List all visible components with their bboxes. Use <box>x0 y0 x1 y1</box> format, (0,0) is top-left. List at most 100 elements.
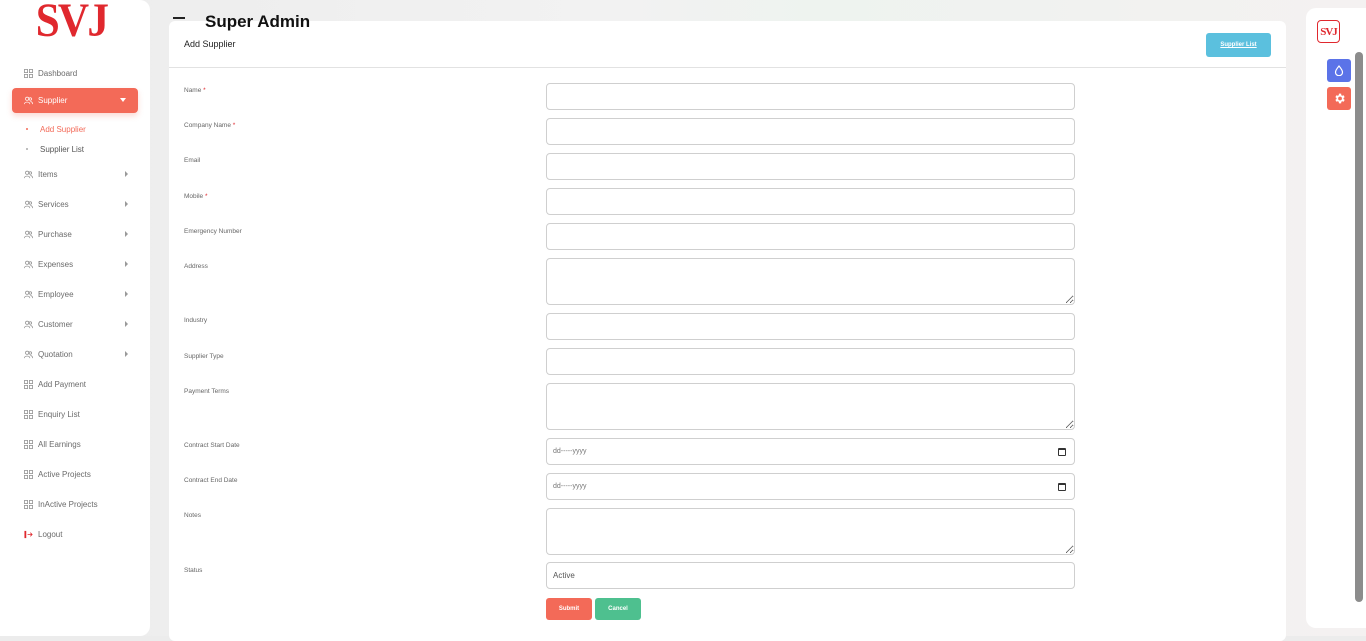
chevron-down-icon <box>120 98 126 102</box>
mobile-label-text: Mobile <box>184 193 204 200</box>
sidebar-item-customer[interactable]: Customer <box>0 309 150 339</box>
calendar-icon[interactable] <box>1058 483 1066 491</box>
status-input[interactable] <box>546 562 1075 589</box>
name-input[interactable] <box>546 83 1075 110</box>
chevron-right-icon <box>125 201 128 207</box>
grid-icon <box>24 439 33 449</box>
sidebar-item-label: Add Payment <box>38 379 87 389</box>
sidebar-item-employee[interactable]: Employee <box>0 279 150 309</box>
gear-icon <box>1334 93 1345 104</box>
brand-logo[interactable]: SVJ <box>36 0 109 48</box>
sidebar-item-services[interactable]: Services <box>0 189 150 219</box>
grid-icon <box>24 469 33 479</box>
cancel-button[interactable]: Cancel <box>595 598 641 620</box>
card-header: Add Supplier Supplier List <box>169 21 1286 68</box>
email-label: Email <box>184 157 201 164</box>
sidebar-item-quotation[interactable]: Quotation <box>0 339 150 369</box>
required-marker: * <box>232 122 236 129</box>
chevron-right-icon <box>125 261 128 267</box>
calendar-icon[interactable] <box>1058 448 1066 456</box>
sidebar-item-items[interactable]: Items <box>0 159 150 189</box>
payment-terms-textarea[interactable] <box>546 383 1075 430</box>
sidebar-item-label: InActive Projects <box>38 499 98 509</box>
address-textarea[interactable] <box>546 258 1075 305</box>
contract-start-date-label: Contract Start Date <box>184 442 240 449</box>
sidebar-item-inactive-projects[interactable]: InActive Projects <box>0 489 150 519</box>
users-icon <box>24 230 33 238</box>
sidebar-item-purchase[interactable]: Purchase <box>0 219 150 249</box>
sidebar-subitem-supplier-list[interactable]: Supplier List <box>0 139 150 159</box>
sidebar-item-label: Services <box>38 199 69 209</box>
grid-icon <box>24 379 33 389</box>
company-name-label-text: Company Name <box>184 122 231 129</box>
sidebar-nav: Dashboard Supplier Add Supplier Supplier… <box>0 58 150 549</box>
bullet-icon <box>26 128 28 130</box>
sidebar-subitem-label: Supplier List <box>40 144 85 154</box>
notes-textarea[interactable] <box>546 508 1075 555</box>
mobile-label: Mobile * <box>184 193 208 200</box>
sidebar-item-expenses[interactable]: Expenses <box>0 249 150 279</box>
sidebar-item-add-payment[interactable]: Add Payment <box>0 369 150 399</box>
sidebar: SVJ Dashboard Supplier Add Supplier Supp… <box>0 0 150 636</box>
email-input[interactable] <box>546 153 1075 180</box>
grid-icon <box>24 68 33 78</box>
page-scrollbar[interactable] <box>1355 52 1363 602</box>
company-name-input[interactable] <box>546 118 1075 145</box>
sidebar-item-logout[interactable]: Logout <box>0 519 150 549</box>
sidebar-item-active-projects[interactable]: Active Projects <box>0 459 150 489</box>
date-placeholder: dd-----yyyy <box>553 483 587 490</box>
sidebar-item-label: Customer <box>38 319 73 329</box>
grid-icon <box>24 499 33 509</box>
sidebar-item-label: All Earnings <box>38 439 81 449</box>
users-icon <box>24 96 33 105</box>
sidebar-item-label: Logout <box>38 529 63 539</box>
sidebar-item-label: Items <box>38 169 58 179</box>
required-marker: * <box>203 87 206 94</box>
theme-color-button[interactable] <box>1327 59 1351 82</box>
payment-terms-label: Payment Terms <box>184 388 230 395</box>
page-title: Super Admin <box>205 12 311 31</box>
sidebar-item-label: Quotation <box>38 349 73 359</box>
users-icon <box>24 320 33 328</box>
chevron-right-icon <box>125 291 128 297</box>
sidebar-item-all-earnings[interactable]: All Earnings <box>0 429 150 459</box>
name-label: Name * <box>184 87 206 94</box>
add-supplier-card: Add Supplier Supplier List Name * Compan… <box>169 21 1286 641</box>
submit-button[interactable]: Submit <box>546 598 592 620</box>
sidebar-item-label: Purchase <box>38 229 72 239</box>
sidebar-item-label: Active Projects <box>38 469 91 479</box>
users-icon <box>24 170 33 178</box>
sidebar-item-supplier[interactable]: Supplier <box>12 88 138 113</box>
chevron-right-icon <box>125 321 128 327</box>
required-marker: * <box>204 193 208 200</box>
sidebar-item-label: Supplier <box>38 96 68 105</box>
sidebar-subitem-add-supplier[interactable]: Add Supplier <box>0 119 150 139</box>
emergency-number-label: Emergency Number <box>184 228 242 235</box>
contract-start-date-input[interactable]: dd-----yyyy <box>546 438 1075 465</box>
sidebar-item-dashboard[interactable]: Dashboard <box>0 58 150 88</box>
logout-icon <box>24 530 33 538</box>
card-title: Add Supplier <box>184 39 236 49</box>
supplier-list-button[interactable]: Supplier List <box>1206 33 1271 57</box>
users-icon <box>24 200 33 208</box>
notes-label: Notes <box>184 512 201 519</box>
sidebar-subitem-label: Add Supplier <box>40 124 86 134</box>
supplier-type-label: Supplier Type <box>184 353 224 360</box>
sidebar-item-enquiry-list[interactable]: Enquiry List <box>0 399 150 429</box>
mini-brand-logo[interactable]: SVJ <box>1317 20 1340 43</box>
industry-input[interactable] <box>546 313 1075 340</box>
sidebar-item-label: Enquiry List <box>38 409 80 419</box>
mobile-input[interactable] <box>546 188 1075 215</box>
emergency-number-input[interactable] <box>546 223 1075 250</box>
sidebar-item-label: Expenses <box>38 259 74 269</box>
sidebar-item-label: Employee <box>38 289 74 299</box>
contract-end-date-label: Contract End Date <box>184 477 238 484</box>
supplier-type-input[interactable] <box>546 348 1075 375</box>
contract-end-date-input[interactable]: dd-----yyyy <box>546 473 1075 500</box>
industry-label: Industry <box>184 317 208 324</box>
chevron-right-icon <box>125 351 128 357</box>
sidebar-item-label: Dashboard <box>38 68 78 78</box>
chevron-right-icon <box>125 171 128 177</box>
users-icon <box>24 290 33 298</box>
settings-button[interactable] <box>1327 87 1351 110</box>
